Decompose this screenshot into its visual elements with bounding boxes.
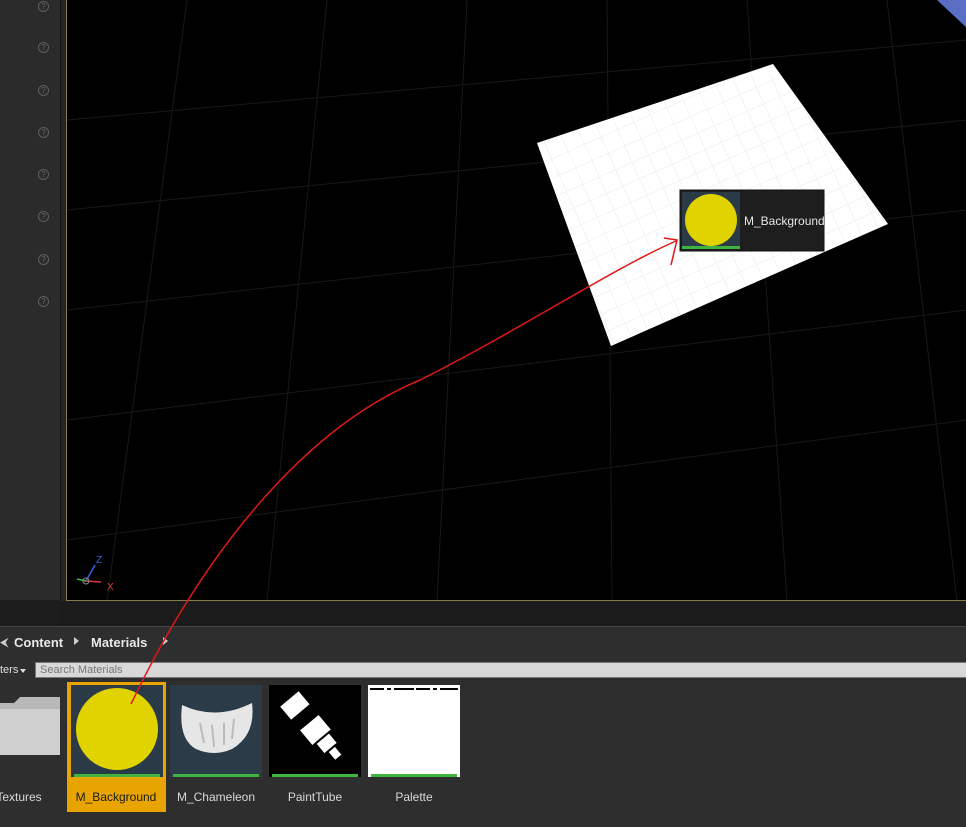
- asset-label: M_Background: [75, 790, 157, 804]
- chameleon-mesh-icon: [181, 703, 253, 753]
- filter-row: ters: [0, 662, 966, 680]
- panel-footer: [0, 600, 60, 626]
- asset-label: Palette: [395, 790, 433, 804]
- help-icon[interactable]: ?: [38, 211, 49, 222]
- asset-label: M_Chameleon: [176, 790, 256, 804]
- viewport-corner-widget: [937, 0, 966, 28]
- chevron-right-icon[interactable]: [74, 637, 79, 645]
- help-icon[interactable]: ?: [38, 127, 49, 138]
- filters-button[interactable]: ters: [0, 664, 18, 676]
- material-sphere-icon: [76, 688, 158, 770]
- help-icon[interactable]: ?: [38, 296, 49, 307]
- content-browser: ⮜ Content Materials ters Textures M_Back…: [0, 626, 966, 827]
- axis-x-label: X: [107, 582, 114, 593]
- asset-thumbnail: [71, 685, 163, 777]
- palette-texture-icon: [370, 688, 458, 690]
- asset-thumbnail: [269, 685, 361, 777]
- help-icon[interactable]: ?: [38, 42, 49, 53]
- help-icon[interactable]: ?: [38, 169, 49, 180]
- level-viewport[interactable]: Z X M_Background: [66, 0, 966, 601]
- drag-tooltip-label: M_Background: [744, 214, 825, 228]
- asset-thumbnail: [170, 685, 262, 777]
- asset-thumbnail: [368, 685, 460, 777]
- history-icon[interactable]: ⮜: [0, 635, 9, 650]
- details-panel: ? ? ? ? ? ? ? ?: [0, 0, 61, 600]
- folder-icon: [0, 697, 60, 755]
- chevron-down-icon[interactable]: [20, 669, 26, 673]
- breadcrumb-content[interactable]: Content: [14, 635, 63, 650]
- viewport-scene[interactable]: Z X M_Background: [67, 0, 966, 601]
- chevron-right-icon[interactable]: [163, 637, 168, 645]
- help-icon[interactable]: ?: [38, 1, 49, 12]
- asset-label: PaintTube: [287, 790, 343, 804]
- help-icon[interactable]: ?: [38, 254, 49, 265]
- drag-tooltip: M_Background: [679, 189, 825, 252]
- paint-tube-icon: [277, 688, 345, 763]
- material-sphere-icon: [685, 194, 737, 246]
- search-input[interactable]: [35, 662, 966, 678]
- axis-gizmo: Z X: [76, 555, 114, 593]
- breadcrumb: ⮜ Content Materials: [0, 627, 966, 657]
- viewport-toolbar-gap: [60, 601, 966, 626]
- asset-label: Textures: [0, 790, 42, 804]
- breadcrumb-materials[interactable]: Materials: [91, 635, 147, 650]
- axis-z-label: Z: [96, 555, 102, 566]
- floor-grid: [67, 0, 966, 600]
- help-icon[interactable]: ?: [38, 85, 49, 96]
